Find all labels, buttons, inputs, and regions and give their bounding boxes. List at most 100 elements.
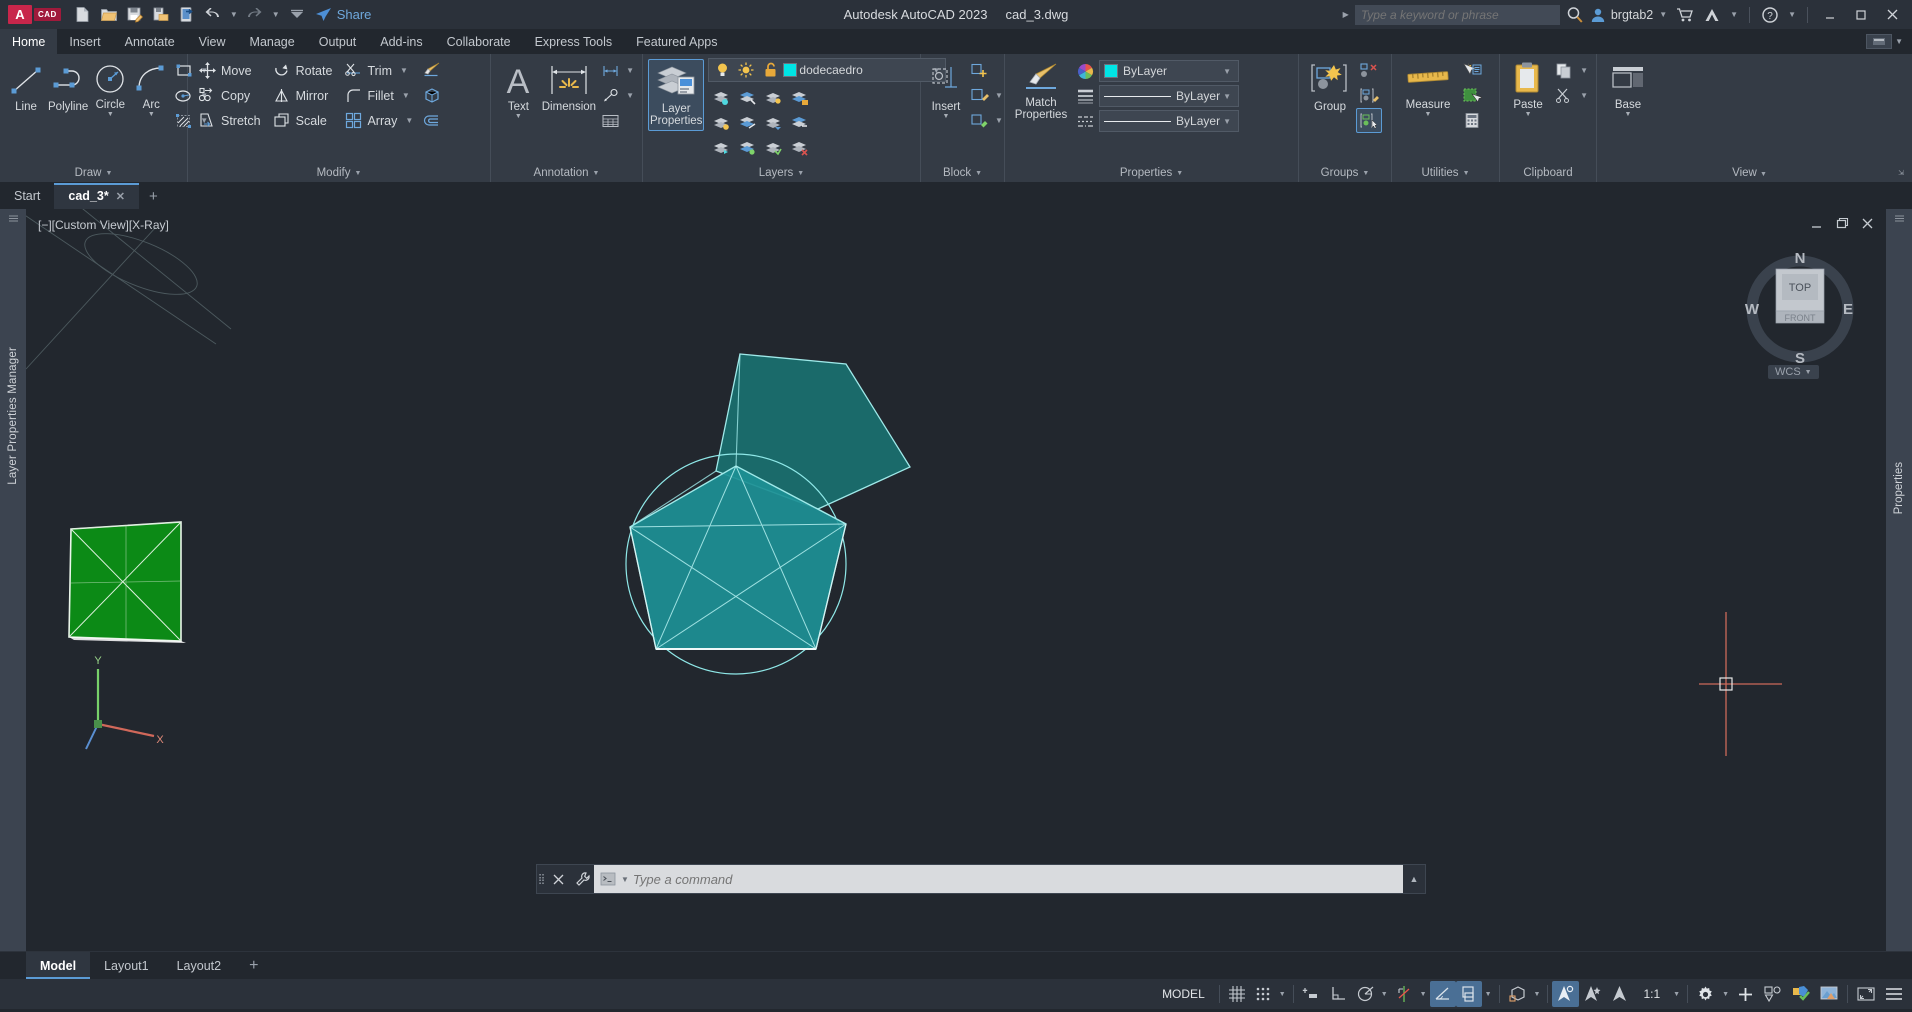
ribbon-tab-featured-apps[interactable]: Featured Apps xyxy=(624,29,729,54)
workspace-switching-button[interactable] xyxy=(1692,981,1719,1007)
search-icon[interactable] xyxy=(1563,4,1587,26)
cut-clip-button[interactable] xyxy=(1551,83,1577,108)
ribbon-tab-collaborate[interactable]: Collaborate xyxy=(435,29,523,54)
layer-walk-icon[interactable] xyxy=(708,135,734,160)
annotation-scale-value[interactable]: 1:1 xyxy=(1633,981,1670,1007)
dynamic-ucs-dropdown-icon[interactable]: ▼ xyxy=(1531,991,1544,998)
save-as-icon[interactable] xyxy=(149,4,173,26)
base-view-button[interactable]: Base ▼ xyxy=(1602,58,1654,121)
dynamic-ucs-button[interactable] xyxy=(1504,981,1531,1007)
match-properties-button[interactable]: Match Properties xyxy=(1010,58,1072,124)
measure-dropdown-icon[interactable]: ▼ xyxy=(1425,111,1432,118)
command-input-wrap[interactable]: ▼ xyxy=(594,865,1403,893)
cart-icon[interactable] xyxy=(1673,4,1697,26)
quick-calculator-button[interactable] xyxy=(1459,108,1485,133)
doc-tab-add-button[interactable]: + xyxy=(139,183,168,209)
autodesk-app-icon[interactable] xyxy=(1700,4,1724,26)
ribbon-tab-express-tools[interactable]: Express Tools xyxy=(523,29,625,54)
maximize-button[interactable] xyxy=(1847,2,1875,27)
trim-dropdown-icon[interactable]: ▼ xyxy=(397,66,411,75)
osnap-tracking-dropdown-icon[interactable]: ▼ xyxy=(1417,991,1430,998)
ungroup-button[interactable] xyxy=(1356,58,1382,83)
ribbon-tab-home[interactable]: Home xyxy=(0,29,58,54)
ribbon-tab-insert[interactable]: Insert xyxy=(57,29,112,54)
ribbon-tab-annotate[interactable]: Annotate xyxy=(113,29,187,54)
layer-delete-icon[interactable] xyxy=(786,135,812,160)
insert-dropdown-icon[interactable]: ▼ xyxy=(943,113,950,120)
search-input[interactable] xyxy=(1360,7,1554,22)
doc-tab-start[interactable]: Start xyxy=(0,183,54,209)
close-button[interactable] xyxy=(1878,2,1906,27)
layer-unisolate-icon[interactable] xyxy=(734,135,760,160)
property-linetype-dropdown[interactable]: ByLayer ▼ xyxy=(1099,110,1239,132)
command-input[interactable] xyxy=(632,871,1397,887)
status-bar-menu-button[interactable] xyxy=(1880,981,1908,1007)
object-snap-button[interactable] xyxy=(1429,981,1456,1007)
trim-button[interactable]: Trim xyxy=(339,58,397,83)
panel-annotation-title[interactable]: Annotation ▼ xyxy=(491,164,642,182)
layer-previous-icon[interactable] xyxy=(760,110,786,135)
autodesk-dropdown-icon[interactable]: ▼ xyxy=(1727,10,1741,19)
ribbon-workspace-dropdown[interactable] xyxy=(1866,34,1893,49)
polar-dropdown-icon[interactable]: ▼ xyxy=(1378,991,1391,998)
fillet-button[interactable]: Fillet xyxy=(339,83,398,108)
ribbon-minimize-icon[interactable]: ▼ xyxy=(1892,37,1906,46)
array-button[interactable]: Array xyxy=(339,108,402,133)
copy-clip-button[interactable] xyxy=(1551,58,1577,83)
help-icon[interactable]: ? xyxy=(1758,4,1782,26)
polyline-button[interactable]: Polyline xyxy=(47,58,89,116)
quick-calc-select-button[interactable] xyxy=(1459,83,1485,108)
group-selection-toggle-button[interactable] xyxy=(1356,108,1382,133)
panel-layers-title[interactable]: Layers ▼ xyxy=(643,164,920,182)
layer-isolate-icon[interactable] xyxy=(708,85,734,110)
graphics-performance-button[interactable] xyxy=(1815,981,1843,1007)
property-lineweight-dropdown[interactable]: ByLayer ▼ xyxy=(1099,85,1239,107)
dimension-button[interactable]: Dimension xyxy=(541,58,597,116)
scale-button[interactable]: Scale xyxy=(268,108,338,133)
text-dropdown-icon[interactable]: ▼ xyxy=(515,113,522,120)
viewcube[interactable]: N E S W TOP FRONT WCS ▼ xyxy=(1742,247,1858,379)
customization-button[interactable] xyxy=(1732,981,1759,1007)
undo-icon[interactable] xyxy=(201,4,225,26)
layer-change-to-current-icon[interactable] xyxy=(760,135,786,160)
export-icon[interactable] xyxy=(175,4,199,26)
panel-modify-title[interactable]: Modify ▼ xyxy=(188,164,490,182)
wcs-dropdown[interactable]: WCS ▼ xyxy=(1768,365,1819,379)
leader-dropdown-icon[interactable]: ▼ xyxy=(623,91,637,100)
share-button[interactable]: Share xyxy=(315,7,371,22)
isolate-objects-button[interactable] xyxy=(1759,981,1787,1007)
layout-tab-add-button[interactable]: + xyxy=(235,952,272,979)
redo-icon[interactable] xyxy=(243,4,267,26)
command-history-caret-icon[interactable]: ▼ xyxy=(621,875,629,884)
panel-properties-title[interactable]: Properties ▼ xyxy=(1005,164,1298,182)
layer-lock-icon[interactable] xyxy=(786,85,812,110)
layer-properties-manager-rail[interactable]: Layer Properties Manager xyxy=(0,209,26,951)
annotation-scale-dropdown-icon[interactable]: ▼ xyxy=(1670,991,1683,998)
ribbon-tab-output[interactable]: Output xyxy=(307,29,369,54)
fillet-dropdown-icon[interactable]: ▼ xyxy=(399,91,413,100)
command-line-grip[interactable]: ⣿ xyxy=(537,874,546,885)
measure-button[interactable]: Measure ▼ xyxy=(1397,58,1459,121)
layout-tab-layout2[interactable]: Layout2 xyxy=(163,952,235,979)
property-lineweight-caret-icon[interactable]: ▼ xyxy=(1220,92,1234,101)
panel-block-title[interactable]: Block ▼ xyxy=(921,164,1004,182)
user-account[interactable]: brgtab2 xyxy=(1590,7,1653,23)
base-dropdown-icon[interactable]: ▼ xyxy=(1625,111,1632,118)
viewport-maximize-icon[interactable] xyxy=(1835,217,1849,233)
ribbon-expand-icon[interactable]: ⇲ xyxy=(1898,169,1904,177)
edit-attribute-button[interactable] xyxy=(966,83,992,108)
edit-block-button[interactable] xyxy=(966,108,992,133)
infer-constraints-button[interactable] xyxy=(1298,981,1326,1007)
paste-button[interactable]: Paste ▼ xyxy=(1505,58,1551,121)
grid-display-button[interactable] xyxy=(1224,981,1250,1007)
doc-tab-cad3[interactable]: cad_3* ✕ xyxy=(54,183,139,209)
annotation-autoscale-button[interactable] xyxy=(1606,981,1633,1007)
layer-merge-icon[interactable] xyxy=(786,110,812,135)
new-file-icon[interactable] xyxy=(71,4,95,26)
stretch-button[interactable]: Stretch xyxy=(193,108,266,133)
layer-freeze-icon[interactable] xyxy=(734,85,760,110)
layer-unlock-icon[interactable] xyxy=(759,60,781,80)
offset-button[interactable] xyxy=(418,108,444,133)
3d-object-snap-button[interactable] xyxy=(1455,981,1482,1007)
object-snap-tracking-button[interactable] xyxy=(1391,981,1417,1007)
